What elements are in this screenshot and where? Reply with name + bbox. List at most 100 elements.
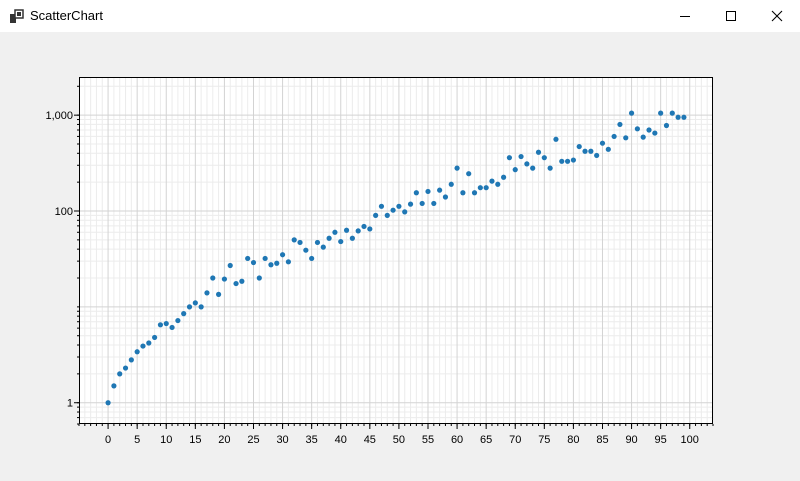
data-point: [605, 146, 611, 152]
data-point: [669, 110, 675, 116]
data-point: [157, 322, 164, 328]
data-point: [407, 201, 414, 207]
data-point: [384, 212, 390, 218]
data-point: [634, 126, 640, 132]
data-point: [111, 383, 117, 389]
x-tick-label: 80: [567, 434, 579, 446]
data-point: [204, 290, 210, 296]
data-point: [652, 130, 658, 136]
x-tick-label: 30: [276, 434, 288, 446]
x-tick-label: 60: [451, 434, 463, 446]
data-point: [122, 365, 129, 371]
data-point: [501, 174, 507, 180]
maximize-button[interactable]: [708, 0, 754, 32]
x-tick-label: 45: [364, 434, 376, 446]
data-point: [378, 203, 385, 209]
data-point: [134, 349, 140, 355]
data-point: [564, 158, 571, 164]
data-point: [594, 152, 600, 159]
y-tick-label: 100: [55, 206, 73, 218]
data-point: [431, 200, 437, 207]
data-point: [233, 280, 239, 287]
x-tick-label: 50: [393, 434, 405, 446]
data-point: [471, 190, 478, 196]
data-point: [506, 155, 513, 161]
data-point: [425, 188, 431, 195]
title-bar: ScatterChart: [0, 0, 800, 32]
data-point: [530, 165, 536, 171]
data-point: [373, 212, 379, 218]
data-point: [215, 291, 222, 297]
data-point: [483, 185, 489, 191]
data-point: [646, 127, 652, 133]
data-point: [128, 357, 134, 363]
data-point: [367, 226, 373, 232]
data-point: [588, 148, 594, 154]
data-point: [599, 140, 606, 146]
data-point: [169, 324, 175, 331]
data-point: [460, 190, 466, 196]
data-point: [535, 149, 542, 155]
data-point: [332, 229, 338, 235]
data-point: [617, 121, 623, 128]
chart-area: 0 5 10 15 20 25 30 35 40 45 50 55 60 65 70 75 80 85 90 95 10…: [0, 32, 800, 481]
x-tick-label: 65: [480, 434, 492, 446]
data-point: [658, 110, 664, 116]
data-point: [274, 260, 280, 266]
data-point: [559, 158, 565, 164]
data-point: [175, 317, 181, 324]
data-point: [326, 235, 332, 241]
data-point: [181, 311, 187, 317]
data-point: [355, 228, 361, 234]
data-point: [297, 239, 303, 246]
data-point: [675, 114, 681, 120]
x-tick-label: 5: [134, 434, 140, 446]
close-button[interactable]: [754, 0, 800, 32]
data-point: [105, 400, 111, 406]
data-point: [320, 244, 326, 250]
data-point: [186, 304, 193, 310]
x-tick-label: 75: [538, 434, 550, 446]
x-tick-label: 100: [681, 434, 699, 446]
scatter-chart: 0 5 10 15 20 25 30 35 40 45 50 55 60 65 70 75 80 85 90 95 10…: [45, 77, 714, 446]
data-point: [413, 190, 419, 196]
data-point: [681, 114, 687, 120]
x-tick-label: 55: [422, 434, 434, 446]
data-point: [245, 255, 251, 262]
data-point: [268, 262, 274, 268]
data-point: [576, 143, 582, 150]
chart-app-icon[interactable]: [10, 9, 24, 23]
x-tick-label: 95: [655, 434, 667, 446]
maximize-icon: [726, 11, 736, 21]
data-point: [442, 194, 449, 200]
data-point: [553, 136, 559, 142]
data-point: [611, 133, 617, 140]
x-tick-label: 35: [306, 434, 318, 446]
data-point: [547, 165, 553, 171]
data-point: [663, 122, 670, 129]
data-point: [349, 235, 355, 241]
close-icon: [771, 10, 783, 22]
minimize-icon: [680, 16, 690, 17]
data-point: [489, 178, 495, 184]
data-point: [309, 255, 315, 262]
data-point: [448, 181, 454, 187]
data-point: [524, 161, 530, 167]
minimize-button[interactable]: [662, 0, 708, 32]
data-point: [117, 371, 123, 377]
data-point: [303, 247, 309, 253]
data-point: [343, 227, 350, 233]
x-tick-label: 0: [105, 434, 111, 446]
data-point: [518, 153, 524, 160]
x-tick-label: 40: [335, 434, 347, 446]
data-point: [152, 334, 158, 341]
data-point: [239, 278, 245, 284]
data-point: [146, 340, 152, 346]
data-point: [198, 304, 204, 310]
x-tick-label: 90: [625, 434, 637, 446]
data-point: [338, 238, 344, 245]
data-point: [396, 203, 402, 209]
data-point: [541, 155, 547, 161]
data-point: [390, 207, 396, 213]
data-point: [210, 275, 216, 281]
